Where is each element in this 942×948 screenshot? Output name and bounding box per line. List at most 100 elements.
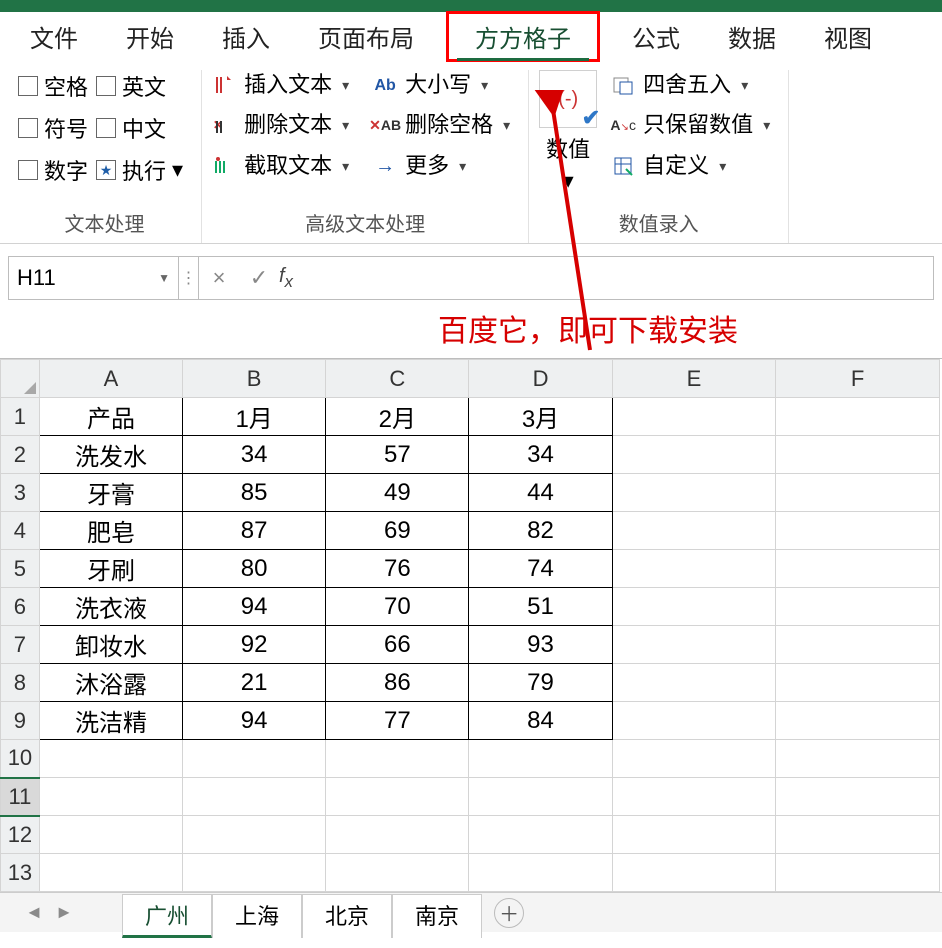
sheet-nav-next[interactable]: ►	[50, 902, 78, 923]
cell-F2[interactable]	[776, 436, 940, 474]
tab-视图[interactable]: 视图	[808, 11, 888, 62]
spreadsheet-grid[interactable]: ABCDEF1产品1月2月3月2洗发水3457343牙膏8549444肥皂876…	[0, 358, 942, 892]
col-header-B[interactable]: B	[183, 360, 326, 398]
check-英文[interactable]: 英文	[96, 70, 183, 102]
tab-方方格子[interactable]: 方方格子	[446, 11, 600, 62]
cell-C8[interactable]: 86	[326, 664, 469, 702]
cancel-icon[interactable]: ×	[199, 265, 239, 291]
btn-大小写[interactable]: Ab大小写▾	[373, 70, 510, 100]
cell-B1[interactable]: 1月	[183, 398, 326, 436]
cell-B13[interactable]	[183, 854, 326, 892]
cell-A12[interactable]	[39, 816, 182, 854]
cell-A11[interactable]	[39, 778, 182, 816]
row-header-12[interactable]: 12	[1, 816, 40, 854]
col-header-C[interactable]: C	[326, 360, 469, 398]
cell-A9[interactable]: 洗洁精	[39, 702, 182, 740]
cell-F13[interactable]	[776, 854, 940, 892]
cell-D13[interactable]	[469, 854, 612, 892]
sheet-tab-南京[interactable]: 南京	[392, 894, 482, 938]
cell-B3[interactable]: 85	[183, 474, 326, 512]
enter-icon[interactable]: ✓	[239, 265, 279, 291]
cell-B11[interactable]	[183, 778, 326, 816]
cell-F9[interactable]	[776, 702, 940, 740]
row-header-3[interactable]: 3	[1, 474, 40, 512]
cell-B6[interactable]: 94	[183, 588, 326, 626]
cell-E6[interactable]	[612, 588, 776, 626]
cell-C9[interactable]: 77	[326, 702, 469, 740]
numeric-big-button[interactable]: (-) ✔ 数值 ▾	[539, 70, 597, 194]
cell-E11[interactable]	[612, 778, 776, 816]
cell-C3[interactable]: 49	[326, 474, 469, 512]
cell-E4[interactable]	[612, 512, 776, 550]
cell-E12[interactable]	[612, 816, 776, 854]
add-sheet-button[interactable]: ＋	[494, 898, 524, 928]
cell-B2[interactable]: 34	[183, 436, 326, 474]
cell-C13[interactable]	[326, 854, 469, 892]
cell-D5[interactable]: 74	[469, 550, 612, 588]
cell-C1[interactable]: 2月	[326, 398, 469, 436]
col-header-D[interactable]: D	[469, 360, 612, 398]
row-header-1[interactable]: 1	[1, 398, 40, 436]
cell-F10[interactable]	[776, 740, 940, 778]
cell-B5[interactable]: 80	[183, 550, 326, 588]
btn-插入文本[interactable]: 插入文本▾	[212, 70, 349, 100]
cell-A1[interactable]: 产品	[39, 398, 182, 436]
cell-C10[interactable]	[326, 740, 469, 778]
btn-自定义[interactable]: 自定义▾	[611, 151, 770, 181]
name-box[interactable]: H11 ▼	[9, 257, 179, 299]
cell-E10[interactable]	[612, 740, 776, 778]
cell-C2[interactable]: 57	[326, 436, 469, 474]
cell-E7[interactable]	[612, 626, 776, 664]
cell-A5[interactable]: 牙刷	[39, 550, 182, 588]
cell-C12[interactable]	[326, 816, 469, 854]
cell-D11[interactable]	[469, 778, 612, 816]
formula-input[interactable]	[319, 265, 933, 291]
sheet-nav-prev[interactable]: ◄	[20, 902, 48, 923]
cell-F3[interactable]	[776, 474, 940, 512]
cell-D1[interactable]: 3月	[469, 398, 612, 436]
row-header-11[interactable]: 11	[1, 778, 40, 816]
cell-B10[interactable]	[183, 740, 326, 778]
cell-D12[interactable]	[469, 816, 612, 854]
check-空格[interactable]: 空格	[18, 70, 88, 102]
cell-C4[interactable]: 69	[326, 512, 469, 550]
check-中文[interactable]: 中文	[96, 112, 183, 144]
cell-E5[interactable]	[612, 550, 776, 588]
cell-A3[interactable]: 牙膏	[39, 474, 182, 512]
cell-E3[interactable]	[612, 474, 776, 512]
cell-D2[interactable]: 34	[469, 436, 612, 474]
row-header-6[interactable]: 6	[1, 588, 40, 626]
check-执行[interactable]: ★执行 ▾	[96, 154, 183, 186]
cell-F6[interactable]	[776, 588, 940, 626]
cell-C11[interactable]	[326, 778, 469, 816]
cell-D4[interactable]: 82	[469, 512, 612, 550]
formula-bar-expand[interactable]: ⋮	[179, 257, 199, 299]
cell-B4[interactable]: 87	[183, 512, 326, 550]
tab-文件[interactable]: 文件	[14, 11, 94, 62]
row-header-2[interactable]: 2	[1, 436, 40, 474]
col-header-A[interactable]: A	[39, 360, 182, 398]
btn-只保留数值[interactable]: A↘c只保留数值▾	[611, 110, 770, 140]
cell-F11[interactable]	[776, 778, 940, 816]
btn-删除空格[interactable]: ✕AB删除空格▾	[373, 110, 510, 140]
tab-公式[interactable]: 公式	[616, 11, 696, 62]
sheet-tab-广州[interactable]: 广州	[122, 894, 212, 938]
cell-F12[interactable]	[776, 816, 940, 854]
col-header-F[interactable]: F	[776, 360, 940, 398]
cell-F1[interactable]	[776, 398, 940, 436]
tab-开始[interactable]: 开始	[110, 11, 190, 62]
cell-A2[interactable]: 洗发水	[39, 436, 182, 474]
cell-D8[interactable]: 79	[469, 664, 612, 702]
cell-B8[interactable]: 21	[183, 664, 326, 702]
fx-icon[interactable]: fx	[279, 265, 319, 292]
cell-C7[interactable]: 66	[326, 626, 469, 664]
btn-删除文本[interactable]: ✕删除文本▾	[212, 110, 349, 140]
name-box-dropdown-icon[interactable]: ▼	[158, 271, 170, 285]
cell-B9[interactable]: 94	[183, 702, 326, 740]
col-header-E[interactable]: E	[612, 360, 776, 398]
sheet-tab-北京[interactable]: 北京	[302, 894, 392, 938]
cell-D7[interactable]: 93	[469, 626, 612, 664]
cell-E8[interactable]	[612, 664, 776, 702]
row-header-7[interactable]: 7	[1, 626, 40, 664]
cell-A8[interactable]: 沐浴露	[39, 664, 182, 702]
